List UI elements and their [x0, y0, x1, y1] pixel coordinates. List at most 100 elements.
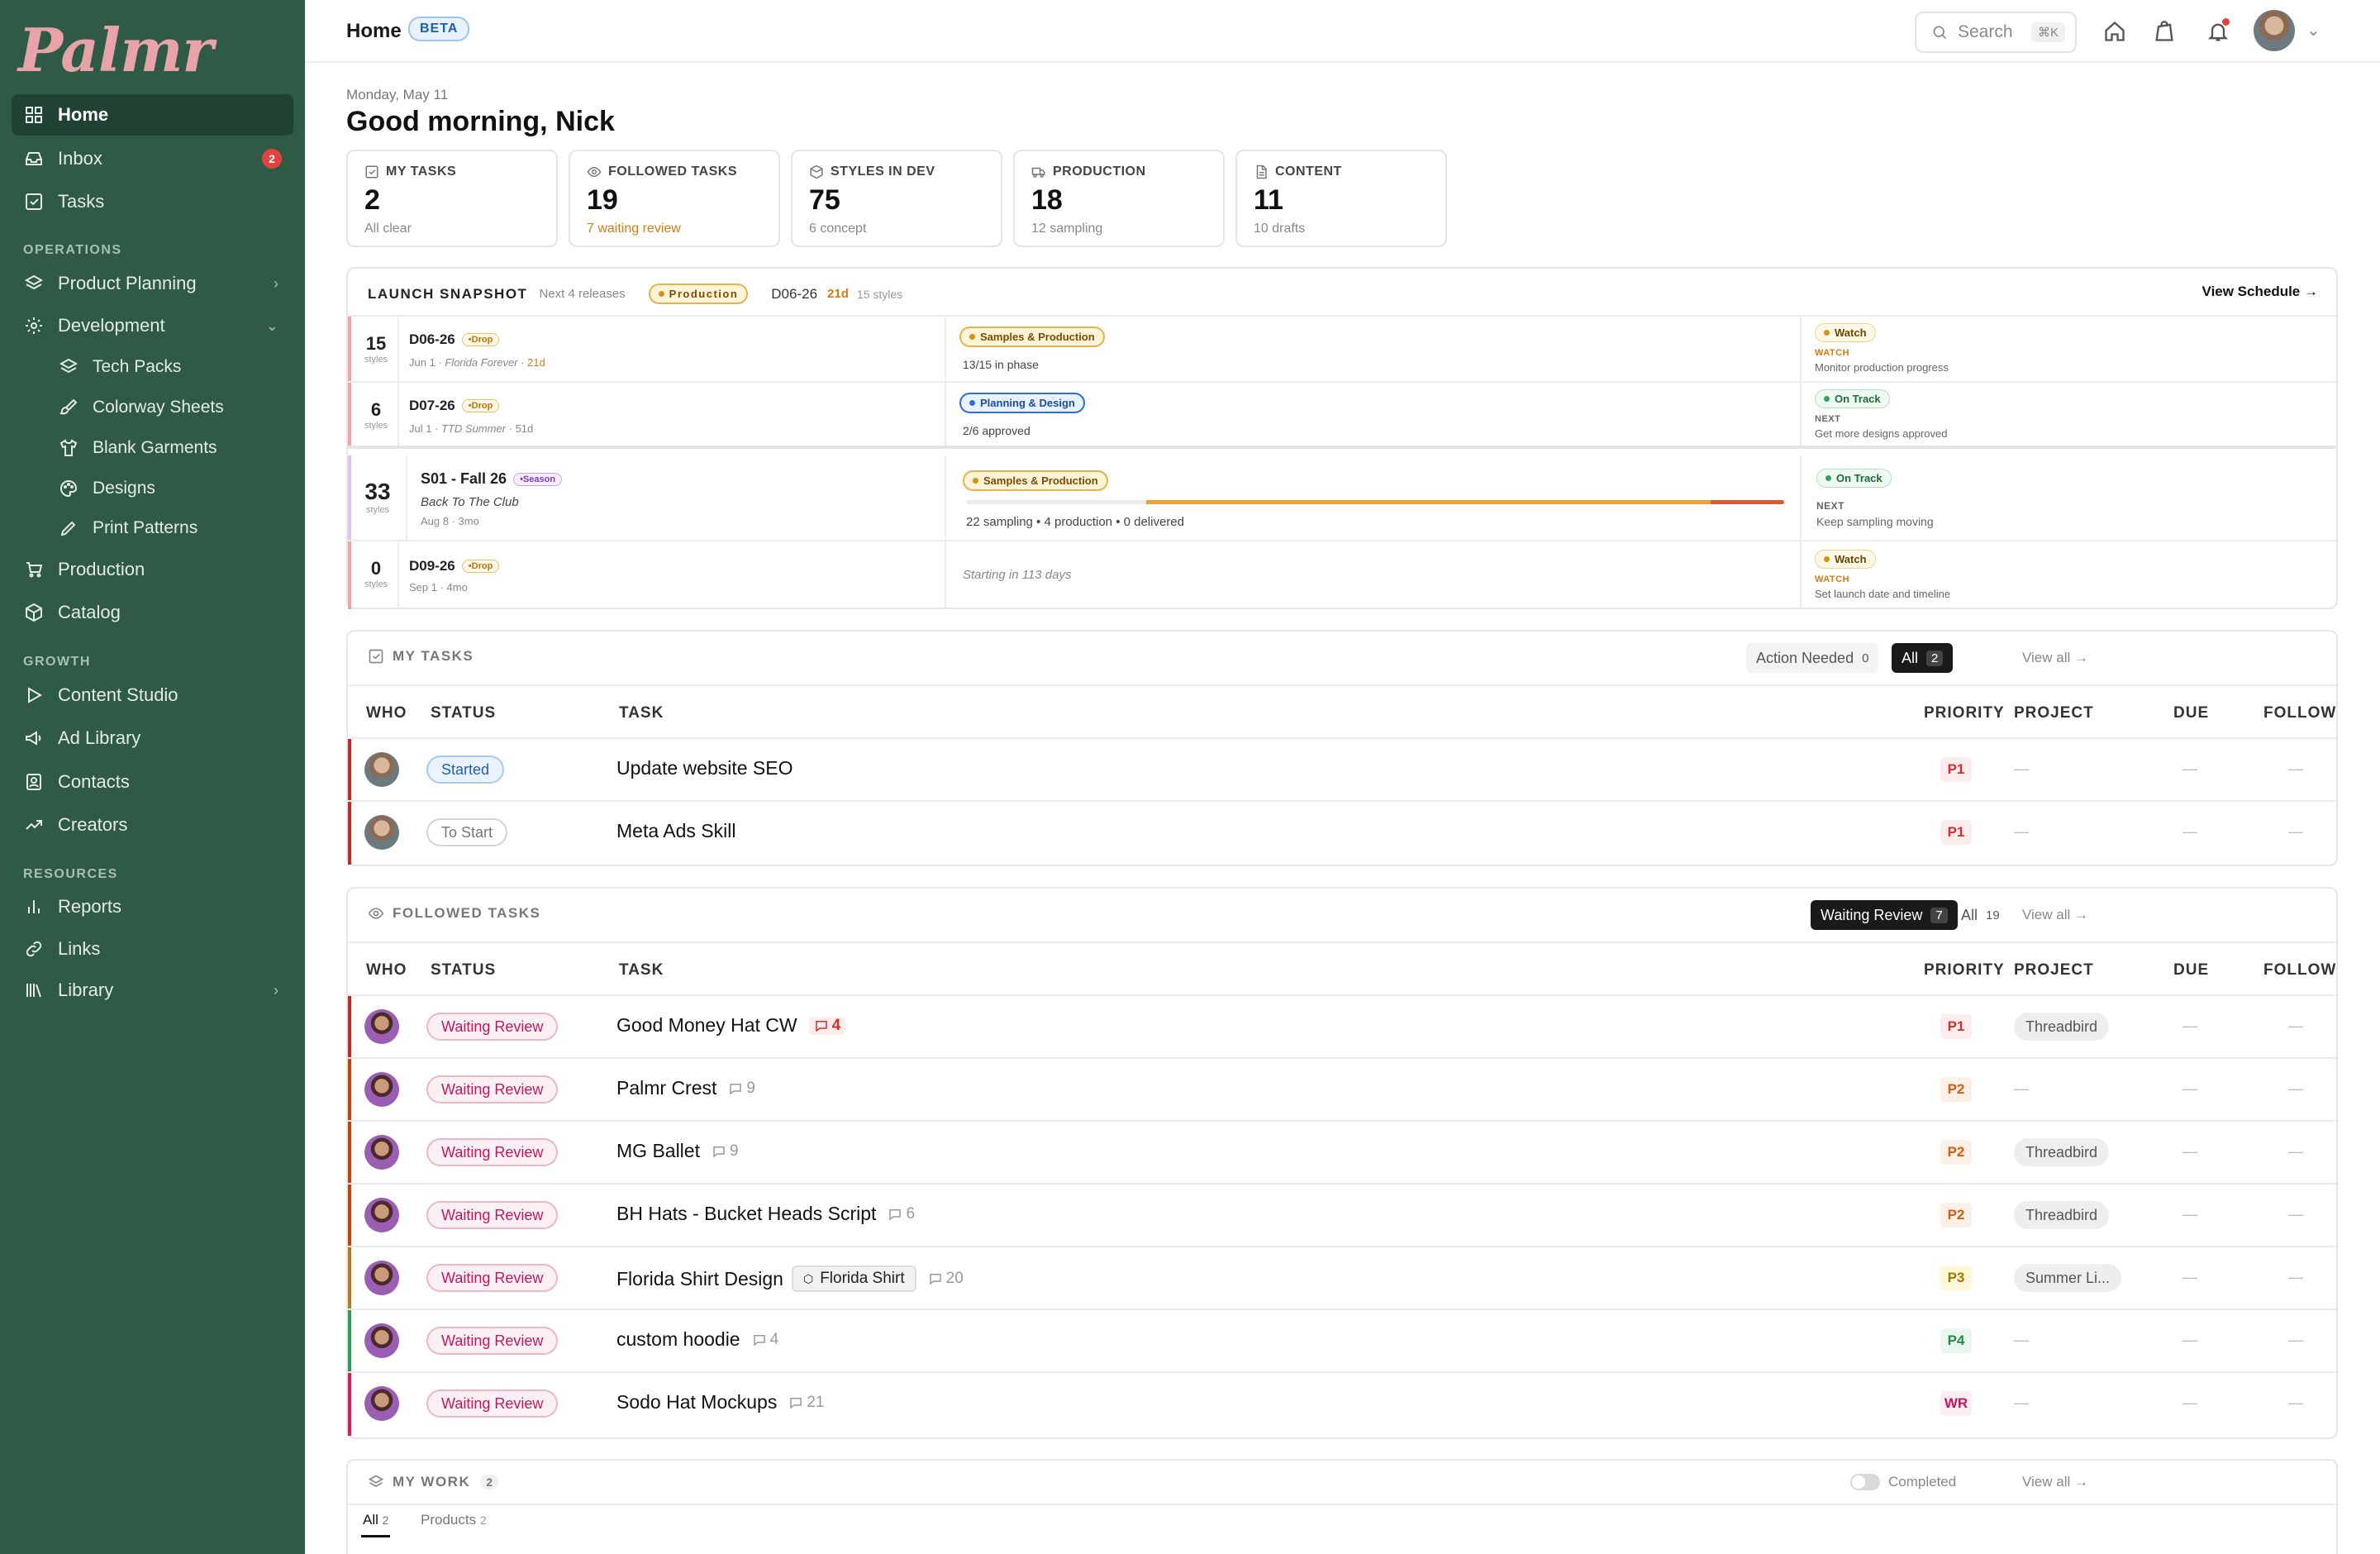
project-tag[interactable]: Threadbird	[2014, 1201, 2110, 1229]
sidebar-item-catalog[interactable]: Catalog	[12, 592, 293, 633]
comment-count[interactable]: 4	[752, 1331, 778, 1349]
follow-empty[interactable]: —	[2288, 1018, 2303, 1035]
priority-badge[interactable]: WR	[1940, 1391, 1972, 1416]
project-empty[interactable]: —	[2014, 1394, 2029, 1412]
table-row[interactable]: Waiting Review Good Money Hat CW 4 P1 Thr…	[348, 996, 2336, 1059]
comment-count[interactable]: 6	[888, 1205, 915, 1223]
sidebar-item-ad-library[interactable]: Ad Library	[12, 717, 293, 759]
stat-card-followed-tasks[interactable]: FOLLOWED TASKS 19 7 waiting review	[569, 150, 780, 247]
breadcrumb[interactable]: Home	[346, 20, 402, 43]
table-row[interactable]: Started Update website SEO P1 — — —	[348, 739, 2336, 802]
project-empty[interactable]: —	[2014, 823, 2029, 841]
user-avatar[interactable]	[2254, 10, 2295, 51]
stat-card-styles-in-dev[interactable]: STYLES IN DEV 75 6 concept	[791, 150, 1002, 247]
production-filter-pill[interactable]: Production	[648, 284, 749, 304]
assignee-avatar[interactable]	[364, 1135, 399, 1170]
sidebar-item-development[interactable]: Development ⌄	[12, 305, 293, 346]
table-row[interactable]: Waiting Review Palmr Crest 9 P2 — — —	[348, 1059, 2336, 1122]
tab-products[interactable]: Products 2	[421, 1512, 487, 1528]
comment-count[interactable]: 4	[808, 1016, 846, 1035]
priority-badge[interactable]: P3	[1940, 1266, 1972, 1290]
follow-empty[interactable]: —	[2288, 1394, 2303, 1412]
all-filter[interactable]: All 19	[1951, 900, 2010, 930]
table-row[interactable]: Waiting Review custom hoodie 4 P4 — — —	[348, 1310, 2336, 1373]
priority-badge[interactable]: P2	[1940, 1077, 1972, 1102]
task-name[interactable]: Sodo Hat Mockups 21	[616, 1391, 824, 1413]
tab-all[interactable]: All 2	[361, 1512, 391, 1537]
sidebar-item-home[interactable]: Home	[12, 94, 293, 136]
sidebar-item-content-studio[interactable]: Content Studio	[12, 675, 293, 716]
search-input[interactable]: Search ⌘K	[1915, 12, 2077, 53]
priority-badge[interactable]: P2	[1940, 1203, 1972, 1227]
due-empty[interactable]: —	[2182, 1143, 2197, 1161]
sidebar-item-colorway-sheets[interactable]: Colorway Sheets	[46, 387, 293, 428]
comment-count[interactable]: 20	[928, 1270, 964, 1288]
due-empty[interactable]: —	[2182, 760, 2197, 778]
chevron-down-icon[interactable]: ⌄	[2306, 20, 2320, 41]
assignee-avatar[interactable]	[364, 1072, 399, 1107]
project-empty[interactable]: —	[2014, 760, 2029, 778]
comment-count[interactable]: 21	[788, 1394, 824, 1412]
project-empty[interactable]: —	[2014, 1332, 2029, 1349]
assignee-avatar[interactable]	[364, 1198, 399, 1232]
project-tag[interactable]: Threadbird	[2014, 1138, 2110, 1166]
view-all-link[interactable]: View all →	[2022, 1474, 2088, 1490]
shopify-bag-icon[interactable]	[2149, 17, 2179, 46]
waiting-review-filter[interactable]: Waiting Review 7	[1811, 900, 1958, 930]
table-row[interactable]: Waiting Review Florida Shirt Design ⬡ Flor…	[348, 1247, 2336, 1310]
priority-badge[interactable]: P4	[1940, 1328, 1972, 1353]
assignee-avatar[interactable]	[364, 815, 399, 850]
due-empty[interactable]: —	[2182, 1332, 2197, 1349]
linked-product-chip[interactable]: ⬡ Florida Shirt	[791, 1266, 916, 1292]
launch-row-season[interactable]: 33 styles S01 - Fall 26 • Season Back To T…	[348, 455, 2336, 541]
sidebar-item-contacts[interactable]: Contacts	[12, 761, 293, 803]
status-tag[interactable]: Waiting Review	[426, 1327, 559, 1355]
due-empty[interactable]: —	[2182, 823, 2197, 841]
project-tag[interactable]: Threadbird	[2014, 1013, 2110, 1041]
task-name[interactable]: Meta Ads Skill	[616, 820, 735, 842]
follow-empty[interactable]: —	[2288, 1269, 2303, 1286]
stat-card-content[interactable]: CONTENT 11 10 drafts	[1235, 150, 1447, 247]
sidebar-item-links[interactable]: Links	[12, 928, 293, 970]
task-name[interactable]: BH Hats - Bucket Heads Script 6	[616, 1203, 915, 1225]
assignee-avatar[interactable]	[364, 1386, 399, 1421]
task-name[interactable]: Update website SEO	[616, 757, 793, 779]
view-schedule-link[interactable]: View Schedule →	[2202, 284, 2318, 300]
table-row[interactable]: To Start Meta Ads Skill P1 — — —	[348, 802, 2336, 865]
project-empty[interactable]: —	[2014, 1080, 2029, 1098]
follow-empty[interactable]: —	[2288, 823, 2303, 841]
view-all-link[interactable]: View all →	[2022, 650, 2088, 666]
launch-row[interactable]: 15 styles D06-26 • Drop Jun 1 · Florida Fo…	[348, 317, 2336, 383]
home-icon[interactable]	[2100, 17, 2130, 46]
assignee-avatar[interactable]	[364, 1009, 399, 1044]
due-empty[interactable]: —	[2182, 1080, 2197, 1098]
sidebar-item-inbox[interactable]: Inbox 2	[12, 138, 293, 179]
status-tag[interactable]: To Start	[426, 818, 508, 846]
sidebar-item-reports[interactable]: Reports	[12, 886, 293, 927]
comment-count[interactable]: 9	[712, 1142, 739, 1161]
stat-card-production[interactable]: PRODUCTION 18 12 sampling	[1013, 150, 1225, 247]
status-tag[interactable]: Waiting Review	[426, 1138, 559, 1166]
sidebar-item-designs[interactable]: Designs	[46, 468, 293, 509]
priority-badge[interactable]: P2	[1940, 1140, 1972, 1165]
table-row[interactable]: Waiting Review BH Hats - Bucket Heads Sc…	[348, 1185, 2336, 1247]
project-tag[interactable]: Summer Li...	[2014, 1264, 2122, 1292]
due-empty[interactable]: —	[2182, 1018, 2197, 1035]
sidebar-item-print-patterns[interactable]: Print Patterns	[46, 508, 293, 549]
sidebar-item-tech-packs[interactable]: Tech Packs	[46, 346, 293, 388]
priority-badge[interactable]: P1	[1940, 1014, 1972, 1039]
launch-row[interactable]: 0 styles D09-26 • Drop Sep 1 · 4mo Startin…	[348, 541, 2336, 609]
comment-count[interactable]: 9	[728, 1080, 755, 1098]
sidebar-item-tasks[interactable]: Tasks	[12, 181, 293, 222]
sidebar-item-production[interactable]: Production	[12, 549, 293, 590]
bell-icon[interactable]	[2203, 17, 2233, 46]
status-tag[interactable]: Waiting Review	[426, 1075, 559, 1104]
stat-card-my-tasks[interactable]: MY TASKS 2 All clear	[346, 150, 558, 247]
task-name[interactable]: Good Money Hat CW 4	[616, 1014, 846, 1037]
sidebar-item-blank-garments[interactable]: Blank Garments	[46, 427, 293, 469]
priority-badge[interactable]: P1	[1940, 757, 1972, 782]
view-all-link[interactable]: View all →	[2022, 907, 2088, 923]
all-filter[interactable]: All 2	[1892, 643, 1954, 673]
action-needed-filter[interactable]: Action Needed 0	[1746, 643, 1879, 673]
launch-row[interactable]: 6 styles D07-26 • Drop Jul 1 · TTD Summer …	[348, 383, 2336, 449]
